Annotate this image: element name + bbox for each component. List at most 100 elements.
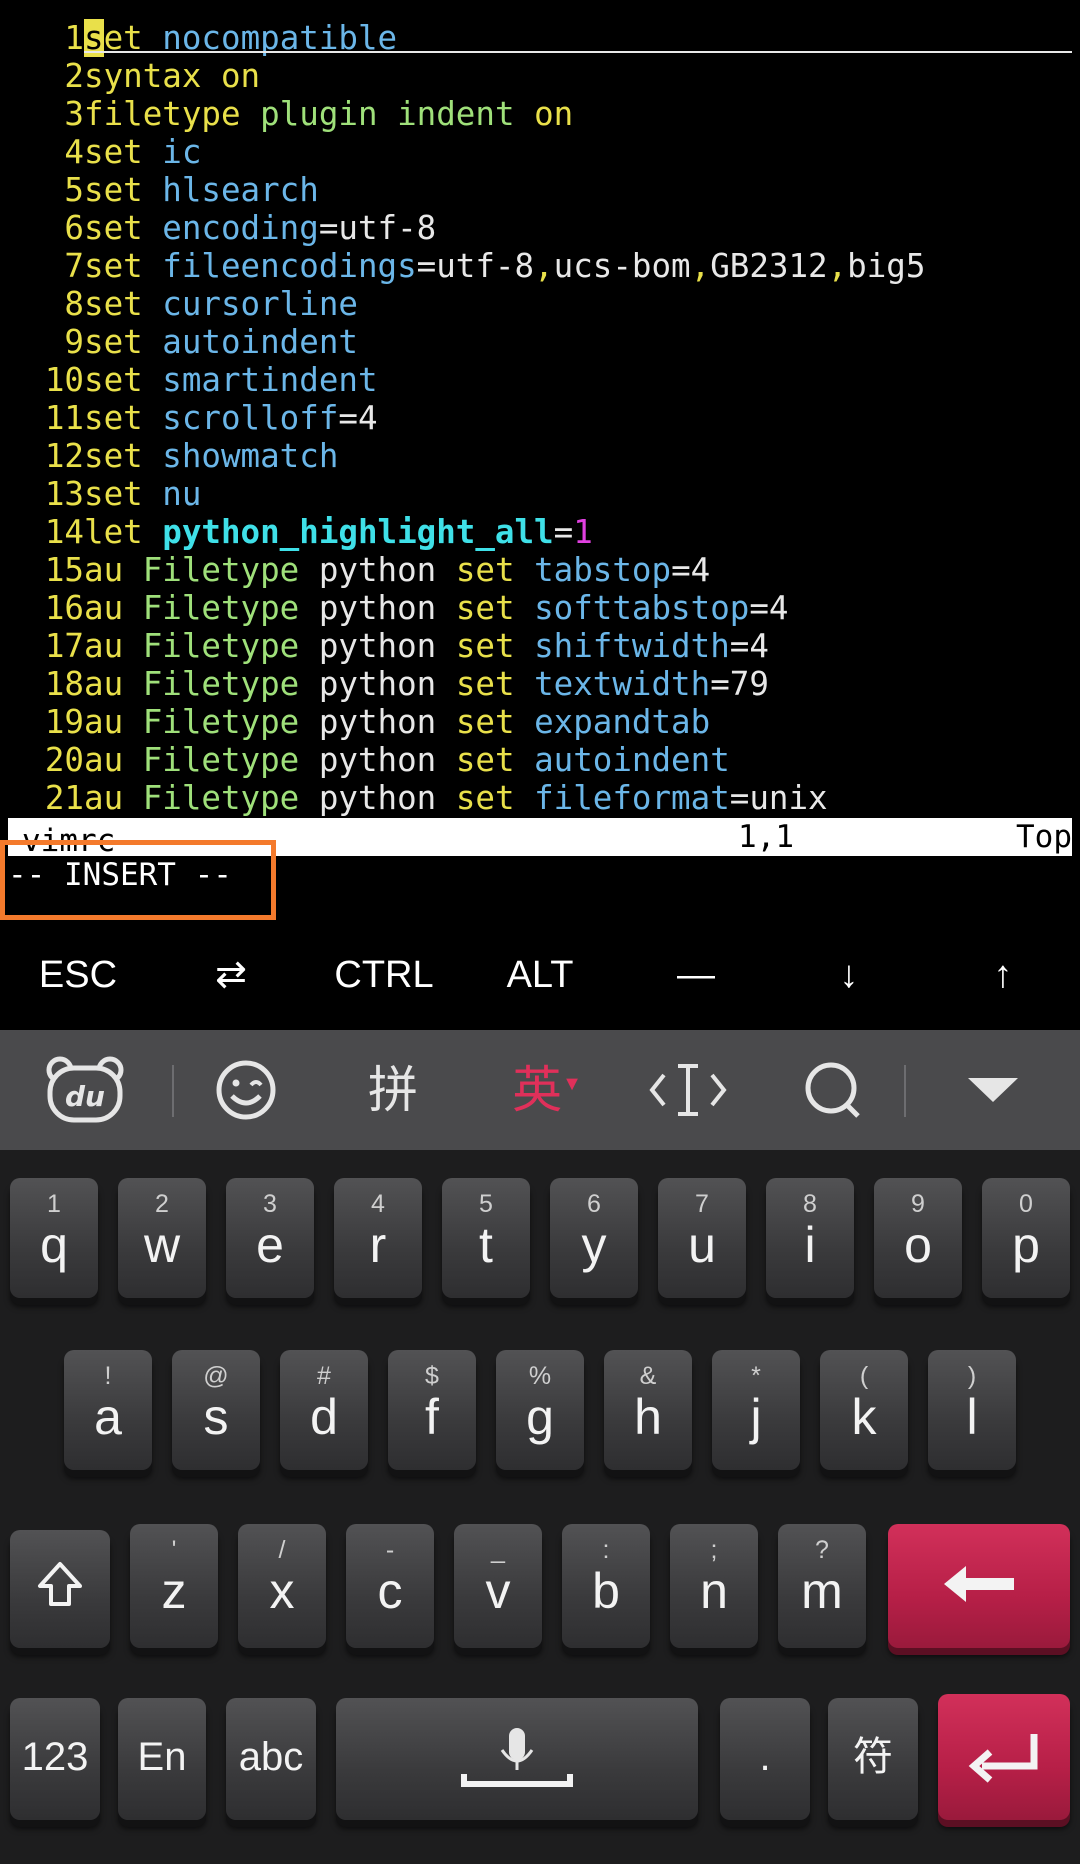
key-r[interactable]: 4r bbox=[334, 1178, 422, 1298]
code-token: python bbox=[299, 627, 456, 665]
shift-key[interactable] bbox=[10, 1530, 110, 1648]
key-primary-label: b bbox=[592, 1563, 620, 1619]
backspace-key[interactable] bbox=[888, 1524, 1070, 1648]
enter-key[interactable] bbox=[938, 1694, 1070, 1820]
code-token: set bbox=[455, 589, 515, 627]
key-f[interactable]: $ f bbox=[388, 1350, 476, 1470]
space-key[interactable] bbox=[336, 1698, 698, 1820]
vim-editor[interactable]: 1 set nocompatible 2 syntax on 3 filetype … bbox=[0, 0, 1080, 818]
editor-line[interactable]: 8 set cursorline bbox=[0, 285, 1080, 323]
line-number: 21 bbox=[44, 779, 84, 817]
editor-line[interactable]: 21 au Filetype python set fileformat=uni… bbox=[0, 779, 1080, 817]
period-key[interactable]: . bbox=[720, 1698, 810, 1820]
editor-line[interactable]: 9 set autoindent bbox=[0, 323, 1080, 361]
status-cursor-position: 1,1 bbox=[738, 819, 794, 855]
editor-line[interactable]: 16 au Filetype python set softtabstop=4 bbox=[0, 589, 1080, 627]
code-token: big5 bbox=[847, 247, 926, 285]
key-l[interactable]: ) l bbox=[928, 1350, 1016, 1470]
key-primary-label: f bbox=[425, 1389, 439, 1445]
key-g[interactable]: % g bbox=[496, 1350, 584, 1470]
key-q[interactable]: 1q bbox=[10, 1178, 98, 1298]
key-primary-label: h bbox=[634, 1389, 662, 1445]
key-o[interactable]: 9o bbox=[874, 1178, 962, 1298]
code-token: expandtab bbox=[534, 703, 711, 741]
key-i[interactable]: 8i bbox=[766, 1178, 854, 1298]
editor-line[interactable]: 19 au Filetype python set expandtab bbox=[0, 703, 1080, 741]
editor-line[interactable]: 20 au Filetype python set autoindent bbox=[0, 741, 1080, 779]
editor-line[interactable]: 17 au Filetype python set shiftwidth=4 bbox=[0, 627, 1080, 665]
code-token: syntax bbox=[84, 57, 202, 95]
key-k[interactable]: (k bbox=[820, 1350, 908, 1470]
ctrl-key[interactable]: CTRL bbox=[306, 920, 462, 1030]
code-token: python bbox=[299, 779, 456, 817]
baidu-logo-icon[interactable]: du bbox=[40, 1030, 130, 1150]
editor-line[interactable]: 10 set smartindent bbox=[0, 361, 1080, 399]
code-token: tabstop bbox=[534, 551, 672, 589]
arrow-up-key[interactable]: ↑ bbox=[926, 920, 1080, 1030]
editor-line[interactable]: 2 syntax on bbox=[0, 57, 1080, 95]
abc-layout-key[interactable]: abc bbox=[226, 1698, 316, 1820]
key-j[interactable]: * j bbox=[712, 1350, 800, 1470]
cursor-move-icon[interactable] bbox=[646, 1030, 730, 1150]
key-u[interactable]: 7u bbox=[658, 1178, 746, 1298]
editor-line[interactable]: 15 au Filetype python set tabstop=4 bbox=[0, 551, 1080, 589]
line-number: 6 bbox=[64, 209, 84, 247]
code-token: , bbox=[827, 247, 848, 285]
emoji-icon[interactable] bbox=[206, 1030, 286, 1150]
editor-line[interactable]: 6 set encoding=utf-8 bbox=[0, 209, 1080, 247]
search-icon[interactable] bbox=[792, 1030, 874, 1150]
key-d[interactable]: # d bbox=[280, 1350, 368, 1470]
english-layout-key[interactable]: En bbox=[118, 1698, 206, 1820]
line-number: 8 bbox=[64, 285, 84, 323]
key-t[interactable]: 5t bbox=[442, 1178, 530, 1298]
key-p[interactable]: 0p bbox=[982, 1178, 1070, 1298]
editor-line[interactable]: 18 au Filetype python set textwidth=79 bbox=[0, 665, 1080, 703]
key-h[interactable]: & h bbox=[604, 1350, 692, 1470]
key-a[interactable]: ! a bbox=[64, 1350, 152, 1470]
key-w[interactable]: 2w bbox=[118, 1178, 206, 1298]
editor-line[interactable]: 3 filetype plugin indent on bbox=[0, 95, 1080, 133]
pinyin-mode-button[interactable]: 拼 bbox=[350, 1030, 436, 1150]
editor-line[interactable]: 12 set showmatch bbox=[0, 437, 1080, 475]
code-token: set bbox=[84, 323, 143, 361]
code-token: fileformat bbox=[534, 779, 730, 817]
key-n[interactable]: ; n bbox=[670, 1524, 758, 1648]
key-s[interactable]: @ s bbox=[172, 1350, 260, 1470]
line-number: 19 bbox=[44, 703, 84, 741]
hide-keyboard-icon[interactable] bbox=[950, 1030, 1036, 1150]
editor-line[interactable]: 11 set scrolloff=4 bbox=[0, 399, 1080, 437]
tab-key[interactable]: ⇄ bbox=[156, 920, 306, 1030]
numeric-keyboard-key[interactable]: 123 bbox=[10, 1698, 100, 1820]
code-token: indent bbox=[397, 95, 515, 133]
editor-line[interactable]: 14 let python_highlight_all=1 bbox=[0, 513, 1080, 551]
cursorline-underline bbox=[84, 51, 1072, 53]
key-b[interactable]: :b bbox=[562, 1524, 650, 1648]
alt-key[interactable]: ALT bbox=[462, 920, 618, 1030]
english-mode-button[interactable]: 英▼ bbox=[502, 1030, 592, 1150]
key-secondary-label: 9 bbox=[911, 1190, 925, 1218]
key-secondary-label: ) bbox=[967, 1362, 977, 1390]
editor-line[interactable]: 13 set nu bbox=[0, 475, 1080, 513]
editor-line[interactable]: 4 set ic bbox=[0, 133, 1080, 171]
editor-line[interactable]: 7 set fileencodings=utf-8,ucs-bom,GB2312… bbox=[0, 247, 1080, 285]
key-x[interactable]: / x bbox=[238, 1524, 326, 1648]
key-m[interactable]: ? m bbox=[778, 1524, 866, 1648]
esc-key[interactable]: ESC bbox=[0, 920, 156, 1030]
key-c[interactable]: -c bbox=[346, 1524, 434, 1648]
arrow-down-key[interactable]: ↓ bbox=[772, 920, 926, 1030]
dash-key[interactable]: — bbox=[618, 920, 774, 1030]
key-secondary-label: - bbox=[385, 1536, 395, 1564]
key-z[interactable]: ' z bbox=[130, 1524, 218, 1648]
key-y[interactable]: 6y bbox=[550, 1178, 638, 1298]
key-e[interactable]: 3e bbox=[226, 1178, 314, 1298]
key-v[interactable]: _ v bbox=[454, 1524, 542, 1648]
code-token: textwidth bbox=[534, 665, 711, 703]
code-token: scrolloff bbox=[162, 399, 339, 437]
code-token: on bbox=[534, 95, 574, 133]
editor-line[interactable]: 5 set hlsearch bbox=[0, 171, 1080, 209]
symbol-keyboard-key[interactable]: 符 bbox=[828, 1698, 918, 1820]
